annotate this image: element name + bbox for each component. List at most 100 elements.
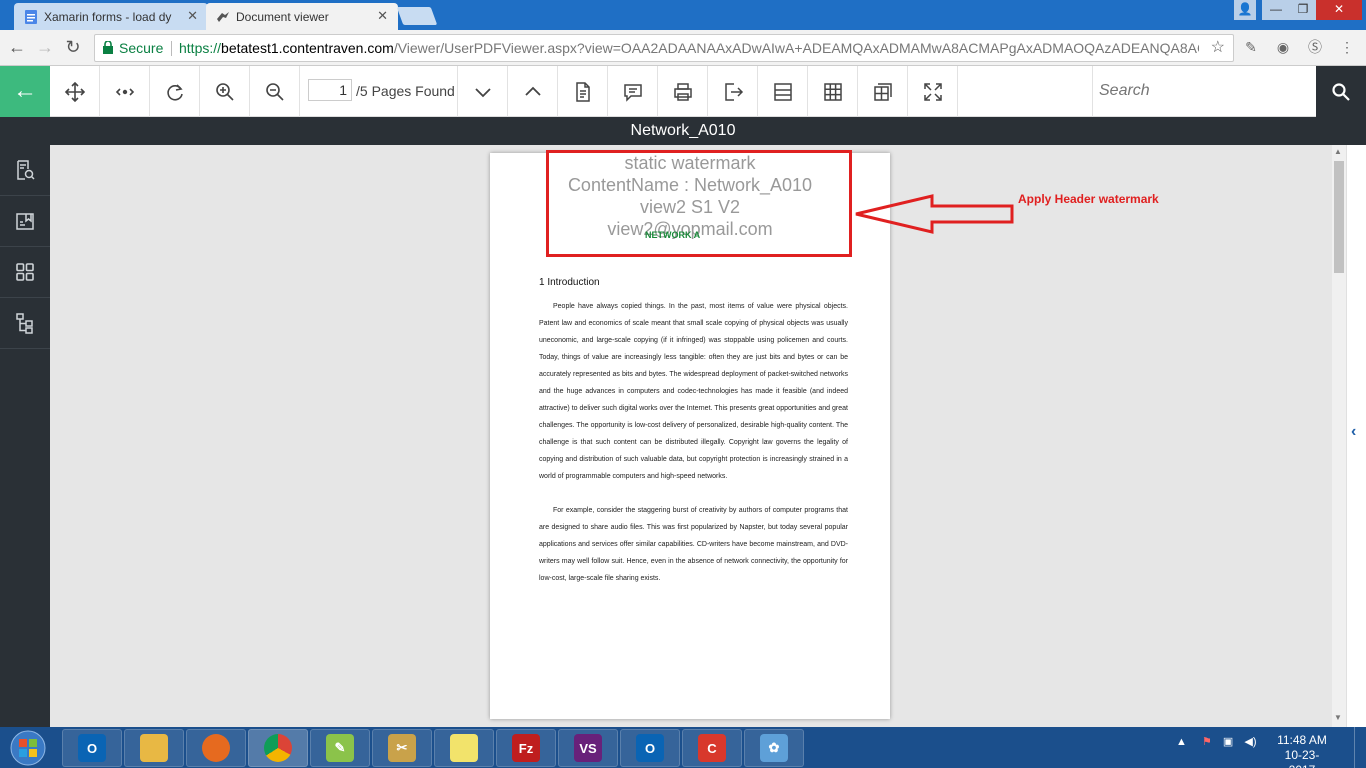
taskbar-explorer[interactable]	[124, 729, 184, 767]
comment-icon[interactable]	[608, 66, 658, 117]
outline-button[interactable]	[0, 298, 50, 349]
tab-label: Document viewer	[236, 9, 329, 24]
bookmark-star-icon[interactable]: ☆	[1211, 35, 1225, 61]
thumbnails-button[interactable]	[0, 247, 50, 298]
document-icon[interactable]	[558, 66, 608, 117]
taskbar-outlook[interactable]: O	[62, 729, 122, 767]
forward-icon[interactable]: →	[34, 36, 56, 58]
scroll-thumb[interactable]	[1334, 161, 1344, 273]
google-docs-icon	[25, 10, 37, 24]
annotation-label: Apply Header watermark	[1018, 192, 1159, 206]
back-icon[interactable]: ←	[6, 36, 28, 58]
search-icon	[1332, 82, 1350, 101]
left-sidebar	[0, 145, 50, 727]
firefox-icon	[202, 734, 230, 762]
taskbar-outlook-2[interactable]: O	[620, 729, 680, 767]
document-canvas[interactable]: static watermark ContentName : Network_A…	[50, 145, 1332, 727]
filezilla-icon: Fz	[512, 734, 540, 762]
exit-icon[interactable]	[708, 66, 758, 117]
screen: Xamarin forms - load dy ✕ Document viewe…	[0, 0, 1366, 768]
search-box	[1092, 66, 1316, 117]
skype-extension-icon[interactable]: Ⓢ	[1306, 38, 1324, 56]
tray-expand-icon[interactable]: ▲	[1176, 736, 1187, 748]
taskbar-paint[interactable]: ✿	[744, 729, 804, 767]
taskbar-firefox[interactable]	[186, 729, 246, 767]
search-document-button[interactable]	[0, 145, 50, 196]
back-arrow-button[interactable]: ←	[0, 66, 50, 117]
expand-panel-icon[interactable]: ‹	[1351, 423, 1356, 441]
annotation-arrow-icon	[855, 194, 1014, 234]
new-tab-button[interactable]	[396, 7, 438, 25]
pan-icon[interactable]	[50, 66, 100, 117]
page-navigator: /5 Pages Found	[300, 66, 458, 117]
taskbar-notepad-plus[interactable]: ✎	[310, 729, 370, 767]
grid-icon[interactable]	[808, 66, 858, 117]
single-page-icon[interactable]	[758, 66, 808, 117]
vertical-scrollbar[interactable]: ▲ ▼	[1332, 145, 1346, 727]
close-window-button[interactable]: ✕	[1316, 0, 1362, 20]
system-clock[interactable]: 11:48 AM 10-23-2017	[1272, 733, 1332, 768]
fit-width-icon[interactable]	[100, 66, 150, 117]
visual-studio-icon: VS	[574, 734, 602, 762]
eye-extension-icon[interactable]: ◉	[1274, 38, 1292, 56]
network-icon[interactable]: ▣	[1223, 736, 1233, 748]
taskbar-ccleaner[interactable]: C	[682, 729, 742, 767]
user-icon[interactable]: 👤	[1234, 0, 1256, 20]
sticky-notes-icon	[450, 734, 478, 762]
browser-tab-strip: Xamarin forms - load dy ✕ Document viewe…	[0, 0, 1366, 30]
eyedropper-extension-icon[interactable]: ✎	[1242, 38, 1260, 56]
multi-page-icon[interactable]	[858, 66, 908, 117]
address-bar: ← → ↻ Secure https://betatest1.contentra…	[0, 30, 1366, 66]
clock-time: 11:48 AM	[1277, 733, 1327, 747]
bookmarks-button[interactable]	[0, 196, 50, 247]
url-text: https://betatest1.contentraven.com/Viewe…	[179, 35, 1199, 61]
pdf-page: static watermark ContentName : Network_A…	[490, 150, 890, 719]
taskbar-visual-studio[interactable]: VS	[558, 729, 618, 767]
taskbar-sticky-notes[interactable]	[434, 729, 494, 767]
url-host: betatest1.contentraven.com	[221, 40, 394, 56]
search-input[interactable]	[1099, 78, 1299, 104]
file-explorer-icon	[140, 734, 168, 762]
url-input[interactable]: Secure https://betatest1.contentraven.co…	[94, 34, 1234, 62]
viewer-toolbar: ← /5 Pages Found	[0, 66, 1366, 117]
lock-icon	[103, 41, 113, 54]
tab-xamarin-forms[interactable]: Xamarin forms - load dy ✕	[14, 3, 208, 30]
page-number-input[interactable]	[308, 79, 352, 101]
notepad-plus-icon: ✎	[326, 734, 354, 762]
volume-icon[interactable]: ◀)	[1244, 736, 1256, 748]
print-icon[interactable]	[658, 66, 708, 117]
annotation-highlight-box	[546, 150, 852, 257]
tab-document-viewer[interactable]: Document viewer ✕	[206, 3, 398, 30]
close-tab-icon[interactable]: ✕	[187, 8, 198, 24]
paint-icon: ✿	[760, 734, 788, 762]
scroll-up-arrow-icon[interactable]: ▲	[1334, 147, 1342, 156]
maximize-button[interactable]: ❐	[1290, 0, 1316, 20]
prev-page-icon[interactable]	[508, 66, 558, 117]
start-button[interactable]	[4, 729, 52, 767]
ccleaner-icon: C	[698, 734, 726, 762]
search-button[interactable]	[1316, 66, 1366, 117]
tools-icon: ✂	[388, 734, 416, 762]
chrome-icon	[264, 734, 292, 762]
menu-icon[interactable]: ⋮	[1338, 38, 1356, 56]
fullscreen-icon[interactable]	[908, 66, 958, 117]
taskbar-chrome[interactable]	[248, 729, 308, 767]
zoom-in-icon[interactable]	[200, 66, 250, 117]
tab-label: Xamarin forms - load dy	[44, 9, 172, 24]
network-flag-icon[interactable]: ⚑	[1202, 736, 1212, 748]
outlook-icon: O	[636, 734, 664, 762]
close-tab-icon[interactable]: ✕	[377, 8, 388, 24]
minimize-button[interactable]: —	[1262, 0, 1290, 20]
section-title: 1 Introduction	[539, 277, 600, 288]
scroll-down-arrow-icon[interactable]: ▼	[1334, 713, 1342, 722]
thumbnails-icon	[16, 263, 34, 281]
zoom-out-icon[interactable]	[250, 66, 300, 117]
rotate-icon[interactable]	[150, 66, 200, 117]
taskbar-filezilla[interactable]: Fz	[496, 729, 556, 767]
next-page-icon[interactable]	[458, 66, 508, 117]
show-desktop-button[interactable]	[1354, 727, 1366, 768]
taskbar-tools[interactable]: ✂	[372, 729, 432, 767]
bookmarks-icon	[16, 213, 34, 230]
reload-icon[interactable]: ↻	[62, 36, 84, 58]
outline-tree-icon	[16, 313, 33, 334]
